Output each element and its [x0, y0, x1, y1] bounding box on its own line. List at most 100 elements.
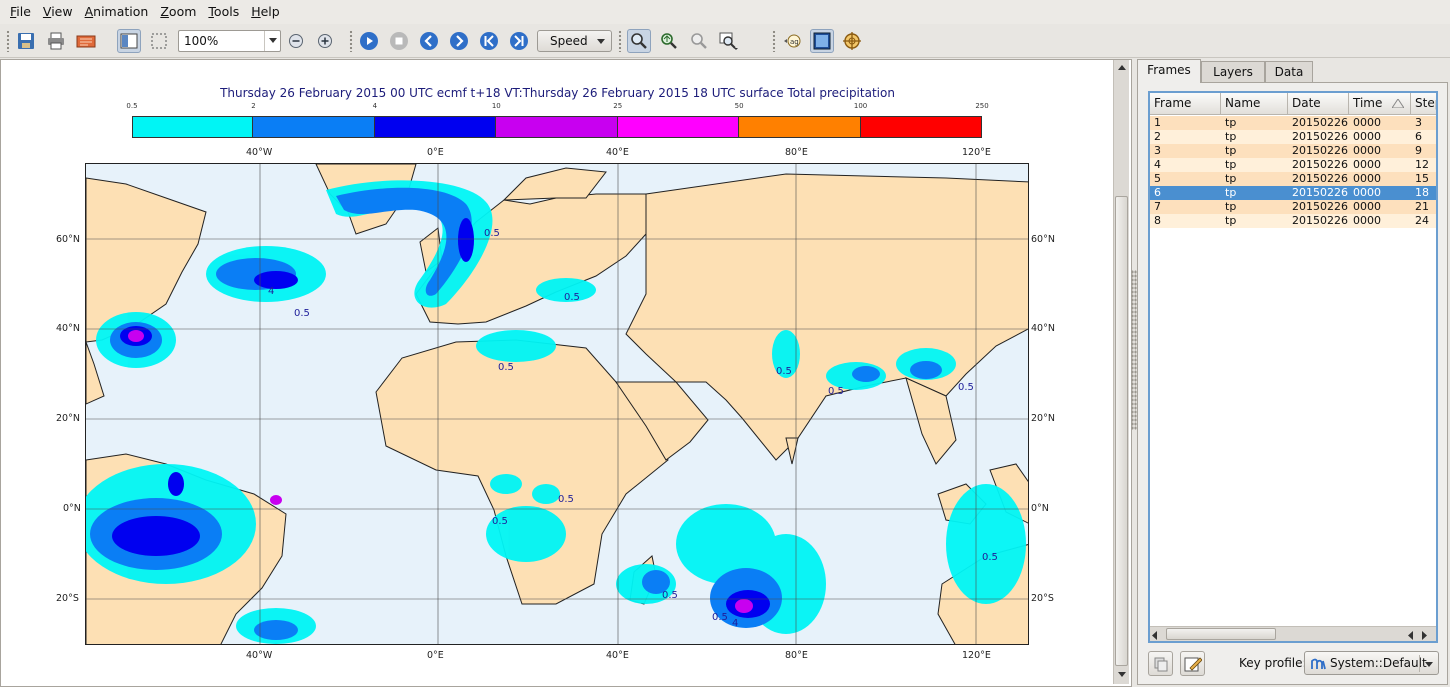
contour-label: 4: [268, 286, 274, 297]
table-row[interactable]: 3 tp 20150226 0000 9: [1150, 144, 1436, 158]
column-header-name[interactable]: Name: [1221, 93, 1288, 115]
toolbar-grip[interactable]: [6, 30, 10, 52]
zoom-back-button[interactable]: [687, 29, 711, 53]
chevron-down-icon[interactable]: [264, 31, 280, 51]
sidebar-toggle-button[interactable]: [117, 29, 141, 53]
zoom-up-button[interactable]: [657, 29, 681, 53]
print-button[interactable]: [44, 29, 68, 53]
table-horizontal-scrollbar[interactable]: [1150, 626, 1436, 641]
menu-help[interactable]: Help: [245, 0, 286, 24]
scroll-left-button-2[interactable]: [1408, 629, 1414, 643]
table-row[interactable]: 6 tp 20150226 0000 18: [1150, 186, 1436, 200]
map-svg: 0.5 4 0.5 0.5 0.5 0.5 0.5 0.5 0.5 0.5 0.…: [86, 164, 1028, 644]
scrollbar-thumb[interactable]: [1115, 196, 1128, 666]
lon-label-top: 40°E: [606, 147, 629, 158]
zoom-in-button[interactable]: [313, 29, 337, 53]
precipitation-map[interactable]: 0.5 4 0.5 0.5 0.5 0.5 0.5 0.5 0.5 0.5 0.…: [85, 163, 1029, 645]
column-header-step[interactable]: Step: [1411, 93, 1436, 115]
svg-text:ag: ag: [790, 38, 799, 46]
toolbar-grip[interactable]: [349, 30, 353, 52]
key-profile-label: Key profile:: [1239, 656, 1307, 670]
table-row[interactable]: 4 tp 20150226 0000 12: [1150, 158, 1436, 172]
menu-tools[interactable]: Tools: [202, 0, 245, 24]
contour-label: 0.5: [958, 382, 974, 393]
legend-label: 50: [734, 102, 744, 110]
menu-animation[interactable]: Animation: [79, 0, 155, 24]
column-header-time[interactable]: Time: [1349, 93, 1411, 115]
speed-dropdown-button[interactable]: Speed: [537, 30, 612, 52]
plot-vertical-scrollbar[interactable]: [1113, 60, 1129, 684]
magnifier-tool-button[interactable]: ag: [780, 29, 804, 53]
save-button[interactable]: [14, 29, 38, 53]
scrollbar-thumb[interactable]: [1166, 628, 1276, 640]
table-cell-frame: 6: [1154, 186, 1161, 199]
first-frame-button[interactable]: [477, 29, 501, 53]
select-area-button[interactable]: [147, 29, 171, 53]
table-row[interactable]: 1 tp 20150226 0000 3: [1150, 116, 1436, 130]
legend-colour-box: [860, 116, 982, 138]
minus-circle-icon: [289, 34, 303, 48]
triangle-left-icon: [1152, 631, 1157, 640]
contour-label: 0.5: [662, 590, 678, 601]
table-cell-date: 20150226: [1292, 214, 1348, 227]
scroll-right-button[interactable]: [1422, 629, 1428, 643]
tab-data[interactable]: Data: [1265, 61, 1313, 82]
edit-frames-button[interactable]: [1180, 651, 1205, 676]
contour-label: 0.5: [776, 366, 792, 377]
play-button[interactable]: [357, 29, 381, 53]
table-cell-frame: 4: [1154, 158, 1161, 171]
table-row[interactable]: 5 tp 20150226 0000 15: [1150, 172, 1436, 186]
menu-view[interactable]: View: [37, 0, 79, 24]
zoom-out-button[interactable]: [284, 29, 308, 53]
export-button[interactable]: [74, 29, 98, 53]
frames-table[interactable]: Frame Name Date Time Step 1 tp 20150226 000…: [1148, 91, 1438, 643]
copy-icon: [1154, 657, 1167, 671]
contour-label: 0.5: [294, 308, 310, 319]
menu-file[interactable]: File: [4, 0, 37, 24]
table-cell-date: 20150226: [1292, 200, 1348, 213]
save-icon: [18, 33, 34, 49]
land-masses: [86, 164, 1028, 644]
toolbar-grip[interactable]: [618, 30, 622, 52]
legend-colour-box: [132, 116, 254, 138]
legend-label: 0.5: [126, 102, 138, 110]
stop-button[interactable]: [387, 29, 411, 53]
copy-frames-button[interactable]: [1148, 651, 1173, 676]
contour-label: 0.5: [492, 516, 508, 527]
scroll-up-button[interactable]: [1115, 61, 1128, 75]
chevron-left-icon: [420, 32, 438, 50]
table-cell-name: tp: [1225, 130, 1237, 143]
table-cell-time: 0000: [1353, 172, 1381, 185]
table-cell-step: 24: [1415, 214, 1429, 227]
magnifier-stack-icon: [719, 32, 738, 50]
edit-pencil-icon: [1184, 656, 1202, 671]
lon-label-top: 40°W: [246, 147, 273, 158]
table-row[interactable]: 2 tp 20150226 0000 6: [1150, 130, 1436, 144]
table-cell-frame: 7: [1154, 200, 1161, 213]
tab-layers[interactable]: Layers: [1201, 61, 1265, 82]
column-header-date[interactable]: Date: [1288, 93, 1349, 115]
coordinates-button[interactable]: [840, 29, 864, 53]
step-back-button[interactable]: [417, 29, 441, 53]
table-row[interactable]: 8 tp 20150226 0000 24: [1150, 214, 1436, 228]
zoom-level-select[interactable]: 100%: [178, 30, 281, 52]
plus-circle-icon: [318, 34, 332, 48]
cursor-data-button[interactable]: [810, 29, 834, 53]
triangle-up-icon: [1117, 65, 1126, 70]
step-forward-button[interactable]: [447, 29, 471, 53]
last-frame-button[interactable]: [507, 29, 531, 53]
table-row[interactable]: 7 tp 20150226 0000 21: [1150, 200, 1436, 214]
column-header-frame[interactable]: Frame: [1150, 93, 1221, 115]
tab-frames[interactable]: Frames: [1137, 59, 1201, 83]
zoom-tool-button[interactable]: [627, 29, 651, 53]
scroll-down-button[interactable]: [1115, 668, 1128, 682]
table-cell-step: 9: [1415, 144, 1422, 157]
table-cell-date: 20150226: [1292, 186, 1348, 199]
toolbar-grip[interactable]: [772, 30, 776, 52]
table-cell-date: 20150226: [1292, 172, 1348, 185]
menu-zoom[interactable]: Zoom: [154, 0, 202, 24]
key-profile-select[interactable]: System::Default: [1304, 651, 1439, 675]
zoom-stack-button[interactable]: [717, 29, 741, 53]
scroll-left-button[interactable]: [1152, 629, 1158, 643]
export-icon: [76, 35, 96, 48]
